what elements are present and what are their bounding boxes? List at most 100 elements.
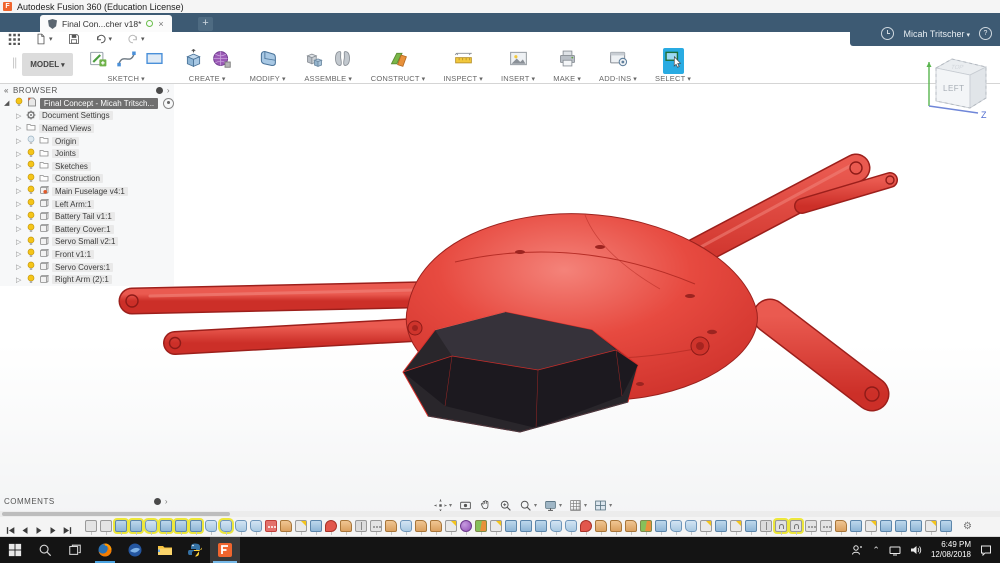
visibility-bulb-icon[interactable] — [14, 94, 24, 112]
expand-arrow-icon[interactable]: ▷ — [16, 175, 23, 183]
expand-arrow-icon[interactable]: ▷ — [16, 137, 23, 145]
make-icon[interactable] — [557, 48, 578, 74]
timeline-feature-pt[interactable] — [805, 520, 817, 532]
extrude-icon[interactable] — [183, 48, 204, 74]
visibility-bulb-icon[interactable] — [26, 271, 36, 289]
browser-item-label[interactable]: Right Arm (2):1 — [52, 275, 112, 284]
toolbar-group-label[interactable]: CREATE — [189, 74, 226, 83]
scrollbar-thumb[interactable] — [2, 512, 230, 516]
select-icon[interactable] — [663, 48, 684, 74]
activate-component-radio[interactable] — [163, 98, 174, 109]
timeline-feature-se[interactable] — [445, 520, 457, 532]
timeline-feature-pt[interactable] — [370, 520, 382, 532]
timeline-feature-ar[interactable] — [610, 520, 622, 532]
redo-icon[interactable] — [127, 33, 145, 45]
timeline-feature-fi[interactable] — [220, 520, 232, 532]
timeline-feature-cs[interactable] — [475, 520, 487, 532]
timeline-feature-se[interactable] — [295, 520, 307, 532]
expand-arrow-icon[interactable]: ▷ — [16, 200, 23, 208]
timeline-feature-ar[interactable] — [415, 520, 427, 532]
help-icon[interactable]: ? — [979, 27, 992, 40]
collapse-panel-icon[interactable]: « — [4, 86, 9, 95]
tab-close-icon[interactable]: × — [158, 19, 163, 29]
taskbar-file-explorer-icon[interactable] — [150, 537, 180, 563]
timeline-feature-se[interactable] — [490, 520, 502, 532]
toolbar-group-label[interactable]: ADD-INS — [599, 74, 637, 83]
expand-arrow-icon[interactable]: ▷ — [16, 213, 23, 221]
taskbar-firefox-icon[interactable] — [90, 537, 120, 563]
timeline-feature-fi[interactable] — [250, 520, 262, 532]
toolbar-group-label[interactable]: INSERT — [501, 74, 535, 83]
taskbar-fusion-360-icon[interactable] — [210, 537, 240, 563]
browser-item-label[interactable]: Origin — [52, 137, 79, 146]
toolbar-group-label[interactable]: MAKE — [553, 74, 581, 83]
browser-item-label[interactable]: Sketches — [52, 162, 91, 171]
viewcube[interactable]: TOP LEFT Z — [920, 46, 992, 126]
timeline-feature-ar[interactable] — [280, 520, 292, 532]
file-menu-icon[interactable] — [35, 33, 53, 45]
comments-options-icon[interactable] — [154, 498, 161, 505]
toolbar-group-assemble[interactable]: ASSEMBLE — [295, 50, 362, 83]
toolbar-group-insert[interactable]: INSERT — [492, 50, 544, 83]
timeline-feature-er[interactable] — [265, 520, 277, 532]
timeline-feature-ex[interactable] — [160, 520, 172, 532]
presspull-icon[interactable] — [257, 48, 278, 74]
rect-sketch-icon[interactable] — [144, 48, 165, 74]
expand-arrow-icon[interactable]: ◢ — [4, 99, 11, 107]
toolbar-group-make[interactable]: MAKE — [544, 50, 590, 83]
toolbar-group-label[interactable]: CONSTRUCT — [371, 74, 426, 83]
toolbar-group-construct[interactable]: CONSTRUCT — [362, 50, 435, 83]
ruler-icon[interactable] — [453, 48, 474, 74]
toolbar-group-select[interactable]: SELECT — [646, 50, 700, 83]
timeline-feature-ex[interactable] — [880, 520, 892, 532]
timeline-feature-ex[interactable] — [520, 520, 532, 532]
workspace-switcher[interactable]: MODEL — [22, 53, 72, 76]
timeline-feature-ar[interactable] — [340, 520, 352, 532]
account-name[interactable]: Micah Tritscher — [903, 29, 970, 39]
toolbar-group-add-ins[interactable]: ADD-INS — [590, 50, 646, 83]
timeline-feature-se[interactable] — [925, 520, 937, 532]
expand-arrow-icon[interactable]: ▷ — [16, 187, 23, 195]
panel-options-icon[interactable] — [156, 87, 163, 94]
taskbar-clock[interactable]: 6:49 PM 12/08/2018 — [931, 540, 971, 560]
timeline-feature-ex[interactable] — [745, 520, 757, 532]
browser-item[interactable]: ▷ Right Arm (2):1 — [0, 273, 174, 286]
timeline-feature-ex[interactable] — [310, 520, 322, 532]
expand-arrow-icon[interactable]: ▷ — [16, 276, 23, 284]
timeline-feature-fi[interactable] — [685, 520, 697, 532]
toolbar-group-label[interactable]: MODIFY — [250, 74, 286, 83]
spline-icon[interactable] — [116, 48, 137, 74]
tray-expand-icon[interactable]: ⌃ — [872, 545, 880, 556]
expand-arrow-icon[interactable]: ▷ — [16, 162, 23, 170]
expand-arrow-icon[interactable]: ▷ — [16, 112, 23, 120]
timeline-feature-se[interactable] — [865, 520, 877, 532]
expand-arrow-icon[interactable]: ▷ — [16, 225, 23, 233]
people-icon[interactable] — [851, 544, 863, 556]
timeline-feature-ar[interactable] — [385, 520, 397, 532]
expand-arrow-icon[interactable]: ▷ — [16, 150, 23, 158]
toolbar-group-label[interactable]: SELECT — [655, 74, 691, 83]
expand-arrow-icon[interactable]: ▷ — [16, 263, 23, 271]
apps-grid-icon[interactable] — [8, 33, 20, 45]
job-status-icon[interactable] — [881, 27, 894, 40]
timeline-feature-jt[interactable] — [775, 520, 787, 532]
timeline-feature-pin[interactable] — [325, 520, 337, 532]
taskbar-dev-app-icon[interactable] — [180, 537, 210, 563]
browser-item-label[interactable]: Front v1:1 — [52, 250, 94, 259]
toolbar-group-modify[interactable]: MODIFY — [241, 50, 295, 83]
toolbar-group-label[interactable]: ASSEMBLE — [304, 74, 352, 83]
timeline-feature-ex[interactable] — [895, 520, 907, 532]
timeline-feature-fi[interactable] — [670, 520, 682, 532]
action-center-icon[interactable] — [980, 544, 992, 556]
browser-item-label[interactable]: Construction — [52, 174, 103, 183]
comments-flyout-icon[interactable]: › — [165, 497, 168, 506]
undo-icon[interactable] — [95, 33, 113, 45]
timeline-feature-jt[interactable] — [790, 520, 802, 532]
timeline-feature-fi[interactable] — [400, 520, 412, 532]
browser-item-label[interactable]: Main Fuselage v4:1 — [52, 187, 128, 196]
timeline-feature-se[interactable] — [730, 520, 742, 532]
toolbar-group-create[interactable]: CREATE — [174, 50, 241, 83]
timeline-feature-ex[interactable] — [175, 520, 187, 532]
network-icon[interactable] — [889, 544, 901, 556]
expand-arrow-icon[interactable]: ▷ — [16, 238, 23, 246]
